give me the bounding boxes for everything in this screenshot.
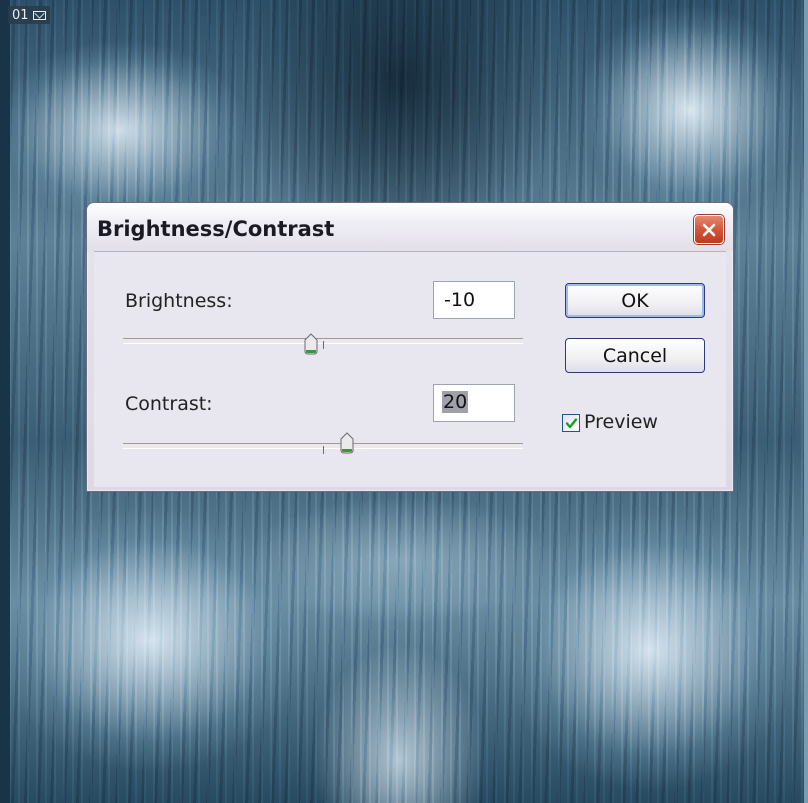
mail-icon: [32, 10, 46, 20]
preview-label[interactable]: Preview: [584, 411, 658, 433]
preview-checkbox[interactable]: [562, 414, 580, 432]
brightness-slider-thumb[interactable]: [304, 333, 318, 355]
checkmark-icon: [565, 417, 577, 428]
document-tab-label: 01: [12, 7, 29, 23]
contrast-slider-thumb[interactable]: [340, 432, 354, 454]
document-tab[interactable]: 01: [8, 6, 50, 24]
close-button[interactable]: [694, 215, 724, 244]
close-icon: [702, 223, 716, 236]
cancel-button[interactable]: Cancel: [565, 338, 705, 373]
contrast-label: Contrast:: [125, 393, 213, 415]
brightness-slider-center-tick: [323, 341, 324, 349]
brightness-contrast-dialog: Brightness/Contrast Brightness: Contrast…: [86, 202, 734, 492]
brightness-label: Brightness:: [125, 290, 233, 312]
contrast-slider-center-tick: [323, 446, 324, 454]
ok-button[interactable]: OK: [565, 283, 705, 318]
brightness-input[interactable]: [433, 281, 515, 319]
contrast-input[interactable]: 20: [433, 384, 515, 422]
contrast-input-value: 20: [442, 391, 469, 413]
dialog-titlebar[interactable]: Brightness/Contrast: [87, 203, 733, 251]
dialog-body: Brightness: Contrast: 20 OK Cancel Previ…: [94, 251, 726, 487]
dialog-title: Brightness/Contrast: [97, 217, 335, 241]
